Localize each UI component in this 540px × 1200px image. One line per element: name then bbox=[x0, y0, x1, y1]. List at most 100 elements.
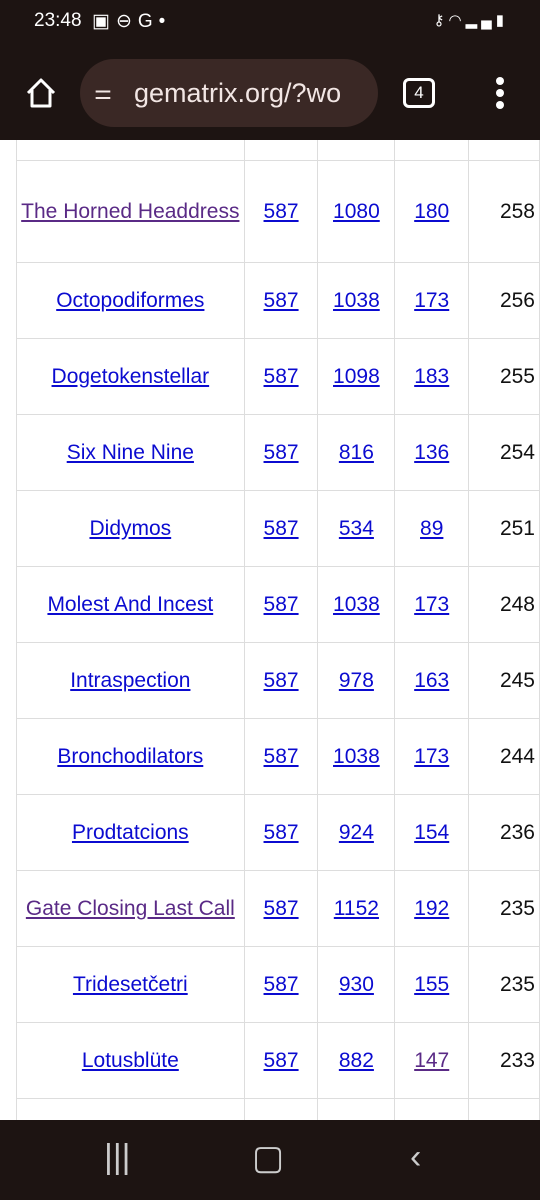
value2-link[interactable]: 1038 bbox=[333, 593, 380, 616]
word-link[interactable]: Octopodiformes bbox=[56, 289, 204, 312]
value1-link[interactable]: 587 bbox=[264, 1049, 299, 1072]
value3-link[interactable]: 173 bbox=[414, 289, 449, 312]
value3-link[interactable]: 192 bbox=[414, 897, 449, 920]
tab-switcher-button[interactable]: 4 bbox=[403, 78, 435, 108]
recent-apps-button[interactable]: ||| bbox=[104, 1138, 131, 1177]
word-cell: Tridesetčetri bbox=[16, 946, 245, 1023]
value2-link[interactable]: 1152 bbox=[334, 897, 379, 920]
value3-link[interactable]: 183 bbox=[414, 365, 449, 388]
back-button[interactable]: ‹ bbox=[410, 1138, 421, 1177]
value3-cell: 180 bbox=[394, 160, 470, 263]
search-count: 258 bbox=[499, 199, 535, 223]
table-row bbox=[16, 1098, 540, 1120]
table-row: Lotusblüte 587 882 147 233 bbox=[16, 1022, 540, 1099]
word-link[interactable]: Lotusblüte bbox=[82, 1049, 179, 1072]
word-link[interactable]: Dogetokenstellar bbox=[52, 365, 210, 388]
word-link[interactable]: Tridesetčetri bbox=[73, 973, 188, 996]
value1-link[interactable]: 587 bbox=[264, 593, 299, 616]
vpn-key-icon: ⚷ bbox=[433, 12, 449, 29]
value1-link[interactable]: 587 bbox=[264, 745, 299, 768]
search-count: 254 bbox=[499, 440, 535, 464]
clock: 23:48 bbox=[34, 10, 82, 31]
value2-link[interactable]: 924 bbox=[339, 821, 374, 844]
value3-link[interactable]: 173 bbox=[414, 745, 449, 768]
value2-cell: 816 bbox=[317, 414, 396, 491]
value2-cell: 1038 bbox=[317, 566, 396, 643]
value3-link[interactable]: 147 bbox=[414, 1049, 449, 1072]
value3-cell: 163 bbox=[394, 642, 470, 719]
word-link[interactable]: Didymos bbox=[89, 517, 171, 540]
site-settings-icon[interactable]: ⚌ bbox=[94, 59, 112, 127]
search-count-cell: 235 bbox=[468, 870, 540, 947]
word-link[interactable]: Gate Closing Last Call bbox=[26, 897, 235, 920]
address-bar[interactable]: ⚌ gematrix.org/?wo bbox=[80, 59, 378, 127]
browser-toolbar: ⚌ gematrix.org/?wo 4 bbox=[0, 44, 540, 140]
value2-cell: 534 bbox=[317, 490, 396, 567]
word-link[interactable]: Six Nine Nine bbox=[67, 441, 194, 464]
word-link[interactable]: The Horned Headdress bbox=[21, 200, 239, 223]
value1-link[interactable]: 587 bbox=[264, 669, 299, 692]
search-count-cell: 245 bbox=[468, 642, 540, 719]
home-icon[interactable] bbox=[24, 76, 58, 110]
battery-icon: ▮ bbox=[495, 12, 508, 29]
search-count: 236 bbox=[499, 820, 535, 844]
wifi-icon: ◠ bbox=[448, 12, 466, 29]
value1-link[interactable]: 587 bbox=[264, 897, 299, 920]
system-icons: ⚷◠▂▄▮ bbox=[433, 11, 508, 29]
notification-icons: ▣⊖G• bbox=[92, 10, 171, 33]
dnd-icon: ⊖ bbox=[115, 11, 138, 32]
value2-cell: 930 bbox=[317, 946, 396, 1023]
page-content: The Horned Headdress 587 1080 180 258 Octopod… bbox=[0, 140, 540, 1120]
value2-cell: 1098 bbox=[317, 338, 396, 415]
value3-link[interactable]: 180 bbox=[414, 200, 449, 223]
value2-link[interactable]: 1038 bbox=[333, 289, 380, 312]
value3-link[interactable]: 163 bbox=[414, 669, 449, 692]
word-cell: Dogetokenstellar bbox=[16, 338, 245, 415]
value3-link[interactable]: 89 bbox=[420, 517, 443, 540]
table-row: The Horned Headdress 587 1080 180 258 bbox=[16, 160, 540, 263]
value3-link[interactable]: 173 bbox=[414, 593, 449, 616]
value1-link[interactable]: 587 bbox=[264, 973, 299, 996]
value2-cell: 882 bbox=[317, 1022, 396, 1099]
table-row bbox=[16, 140, 540, 161]
value2-link[interactable]: 978 bbox=[339, 669, 374, 692]
value2-link[interactable]: 930 bbox=[339, 973, 374, 996]
word-link[interactable]: Intraspection bbox=[70, 669, 190, 692]
value2-cell: 1038 bbox=[317, 262, 396, 339]
value1-link[interactable]: 587 bbox=[264, 517, 299, 540]
home-button[interactable]: ▢ bbox=[252, 1138, 284, 1178]
word-cell: Six Nine Nine bbox=[16, 414, 245, 491]
word-cell: Prodtatcions bbox=[16, 794, 245, 871]
more-menu-icon[interactable] bbox=[490, 74, 510, 114]
value1-link[interactable]: 587 bbox=[264, 365, 299, 388]
word-link[interactable]: Bronchodilators bbox=[57, 745, 203, 768]
value2-link[interactable]: 882 bbox=[339, 1049, 374, 1072]
word-link[interactable]: Prodtatcions bbox=[72, 821, 189, 844]
search-count-cell: 258 bbox=[468, 160, 540, 263]
search-count: 256 bbox=[499, 288, 535, 312]
value1-link[interactable]: 587 bbox=[264, 289, 299, 312]
value3-link[interactable]: 154 bbox=[414, 821, 449, 844]
search-count: 244 bbox=[499, 744, 535, 768]
value3-link[interactable]: 136 bbox=[414, 441, 449, 464]
value1-cell: 587 bbox=[243, 718, 319, 795]
value2-link[interactable]: 1080 bbox=[333, 200, 380, 223]
value2-link[interactable]: 1098 bbox=[333, 365, 380, 388]
search-count: 248 bbox=[499, 592, 535, 616]
value3-link[interactable]: 155 bbox=[414, 973, 449, 996]
word-link[interactable]: Molest And Incest bbox=[47, 593, 213, 616]
value3-cell: 154 bbox=[394, 794, 470, 871]
value1-link[interactable]: 587 bbox=[264, 441, 299, 464]
word-cell: Intraspection bbox=[16, 642, 245, 719]
table-row: Intraspection 587 978 163 245 bbox=[16, 642, 540, 719]
table-row: Gate Closing Last Call 587 1152 192 235 bbox=[16, 870, 540, 947]
value2-link[interactable]: 816 bbox=[339, 441, 374, 464]
search-count-cell: 255 bbox=[468, 338, 540, 415]
value2-link[interactable]: 534 bbox=[339, 517, 374, 540]
value1-link[interactable]: 587 bbox=[264, 821, 299, 844]
signal-icon: ▂▄ bbox=[465, 12, 496, 29]
value3-cell: 173 bbox=[394, 566, 470, 643]
value2-link[interactable]: 1038 bbox=[333, 745, 380, 768]
value1-link[interactable]: 587 bbox=[264, 200, 299, 223]
value2-cell: 1080 bbox=[317, 160, 396, 263]
